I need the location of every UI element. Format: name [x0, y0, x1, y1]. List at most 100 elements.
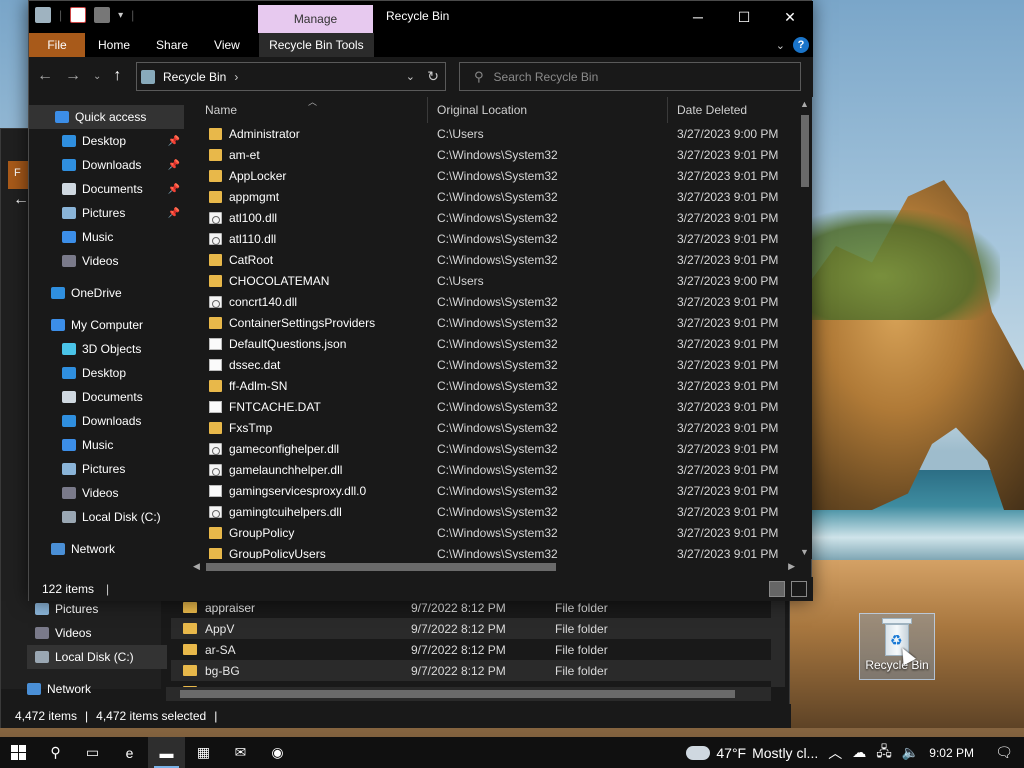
clock[interactable]: 9:02 PM	[929, 746, 974, 760]
up-arrow-icon[interactable]: ↑	[113, 67, 121, 85]
desktop-recycle-bin-shortcut[interactable]: ♻ Recycle Bin	[859, 613, 935, 680]
nav-item-documents[interactable]: Documents 📌	[29, 177, 184, 201]
scroll-up-icon[interactable]: ▲	[800, 99, 809, 109]
expand-ribbon-chevron-icon[interactable]: ⌄	[776, 39, 785, 52]
background-horizontal-scrollbar[interactable]	[166, 687, 771, 701]
nav-item-onedrive[interactable]: OneDrive	[29, 281, 184, 305]
weather-widget[interactable]: 47°F Mostly cl...	[682, 740, 818, 761]
new-folder-icon[interactable]	[94, 7, 111, 23]
nav-item-my-computer[interactable]: My Computer	[29, 313, 184, 337]
nav-item-pictures[interactable]: Pictures 📌	[29, 201, 184, 225]
background-file-row[interactable]: ar-SA 9/7/2022 8:12 PM File folder	[171, 639, 771, 660]
network-status-icon[interactable]: 🖧	[876, 741, 892, 765]
file-row[interactable]: DefaultQuestions.json C:\Windows\System32…	[196, 333, 798, 354]
file-row[interactable]: FxsTmp C:\Windows\System32 3/27/2023 9:01 …	[196, 417, 798, 438]
vertical-scroll-thumb[interactable]	[801, 115, 809, 187]
nav-item-network[interactable]: Network	[29, 537, 184, 561]
nav-item-videos[interactable]: Videos	[29, 249, 184, 273]
file-row[interactable]: Administrator C:\Users 3/27/2023 9:00 PM	[196, 123, 798, 144]
background-vertical-scrollbar[interactable]	[771, 597, 785, 687]
tab-recycle-bin-tools[interactable]: Recycle Bin Tools	[258, 33, 374, 57]
details-view-icon[interactable]	[769, 581, 785, 597]
search-input[interactable]	[493, 69, 774, 84]
column-header-date-deleted[interactable]: Date Deleted	[668, 97, 798, 123]
file-row[interactable]: concrt140.dll C:\Windows\System32 3/27/202…	[196, 291, 798, 312]
back-arrow-icon[interactable]: ←	[37, 67, 53, 85]
tab-file[interactable]: File	[29, 33, 85, 57]
scroll-down-icon[interactable]: ▼	[800, 547, 809, 557]
tab-share[interactable]: Share	[143, 33, 201, 57]
search-box[interactable]: ⚲	[459, 62, 801, 91]
nav-item-desktop[interactable]: Desktop 📌	[29, 129, 184, 153]
file-row[interactable]: CatRoot C:\Windows\System32 3/27/2023 9:01…	[196, 249, 798, 270]
file-row[interactable]: atl100.dll C:\Windows\System32 3/27/2023 9…	[196, 207, 798, 228]
tab-home[interactable]: Home	[85, 33, 143, 57]
file-row[interactable]: CHOCOLATEMAN C:\Users 3/27/2023 9:00 PM	[196, 270, 798, 291]
horizontal-scrollbar[interactable]: ◀ ▶	[190, 559, 798, 575]
file-row[interactable]: gamingservicesproxy.dll.0 C:\Windows\Syst…	[196, 480, 798, 501]
customize-toolbar-chevron-icon[interactable]: ▾	[118, 10, 123, 21]
file-row[interactable]: GroupPolicy C:\Windows\System32 3/27/2023 …	[196, 522, 798, 543]
nav-item-downloads[interactable]: Downloads 📌	[29, 153, 184, 177]
show-hidden-icons-chevron-icon[interactable]: ︿	[828, 743, 842, 763]
file-row[interactable]: gamelaunchhelper.dll C:\Windows\System32 3…	[196, 459, 798, 480]
large-icons-view-icon[interactable]	[791, 581, 807, 597]
nav-item-downloads[interactable]: Downloads	[29, 409, 184, 433]
task-view-icon[interactable]: ▭	[74, 737, 111, 768]
recent-locations-chevron-icon[interactable]: ⌄	[93, 71, 101, 82]
column-header-original-location[interactable]: Original Location	[428, 97, 668, 123]
file-row[interactable]: ff-Adlm-SN C:\Windows\System32 3/27/2023 9…	[196, 375, 798, 396]
search-icon[interactable]: ⚲	[37, 737, 74, 768]
breadcrumb-recycle-bin[interactable]: Recycle Bin	[163, 70, 226, 84]
nav-item-desktop[interactable]: Desktop	[29, 361, 184, 385]
nav-item-quick-access[interactable]: Quick access	[29, 105, 184, 129]
file-row[interactable]: gameconfighelper.dll C:\Windows\System32 3…	[196, 438, 798, 459]
forward-arrow-icon[interactable]: →	[65, 67, 81, 85]
title-bar[interactable]: | ▾ | Manage Recycle Bin ─ ☐ ✕	[29, 1, 813, 33]
scroll-right-icon[interactable]: ▶	[788, 561, 795, 572]
store-icon[interactable]: ▦	[185, 737, 222, 768]
background-nav-item-videos[interactable]: Videos	[27, 621, 167, 645]
file-row[interactable]: GroupPolicyUsers C:\Windows\System32 3/27/…	[196, 543, 798, 559]
file-row[interactable]: gamingtcuihelpers.dll C:\Windows\System32…	[196, 501, 798, 522]
close-button[interactable]: ✕	[767, 1, 813, 33]
background-file-row[interactable]: AppV 9/7/2022 8:12 PM File folder	[171, 618, 771, 639]
file-row[interactable]: ContainerSettingsProviders C:\Windows\Sys…	[196, 312, 798, 333]
recycle-bin-window[interactable]: | ▾ | Manage Recycle Bin ─ ☐ ✕ File Home…	[28, 0, 813, 601]
help-icon[interactable]: ?	[793, 37, 809, 53]
manage-contextual-tab[interactable]: Manage	[258, 5, 373, 33]
file-row[interactable]: atl110.dll C:\Windows\System32 3/27/2023 9…	[196, 228, 798, 249]
address-dropdown-icon[interactable]: ⌄	[406, 70, 415, 83]
background-file-row[interactable]: bg-BG 9/7/2022 8:12 PM File folder	[171, 660, 771, 681]
breadcrumb-chevron-icon[interactable]: ›	[234, 70, 238, 84]
file-explorer-icon[interactable]: ▬	[148, 737, 185, 768]
background-file-tab[interactable]: F	[8, 161, 30, 189]
maximize-button[interactable]: ☐	[721, 1, 767, 33]
nav-item-videos[interactable]: Videos	[29, 481, 184, 505]
file-row[interactable]: AppLocker C:\Windows\System32 3/27/2023 9:…	[196, 165, 798, 186]
refresh-icon[interactable]: ↻	[427, 68, 439, 85]
start-button[interactable]	[0, 737, 37, 768]
properties-icon[interactable]	[70, 7, 87, 23]
file-row[interactable]: dssec.dat C:\Windows\System32 3/27/2023 9:…	[196, 354, 798, 375]
chrome-icon[interactable]: ◉	[259, 737, 296, 768]
notification-center-icon[interactable]: 🗨	[984, 737, 1024, 768]
background-nav-item-network[interactable]: Network	[27, 677, 167, 701]
volume-icon[interactable]: 🔈	[902, 744, 919, 761]
scroll-left-icon[interactable]: ◀	[193, 561, 200, 572]
horizontal-scroll-thumb[interactable]	[206, 563, 556, 571]
nav-item-music[interactable]: Music	[29, 225, 184, 249]
onedrive-cloud-icon[interactable]: ☁	[852, 744, 866, 761]
nav-item-music[interactable]: Music	[29, 433, 184, 457]
file-row[interactable]: FNTCACHE.DAT C:\Windows\System32 3/27/2023…	[196, 396, 798, 417]
file-row[interactable]: am-et C:\Windows\System32 3/27/2023 9:01 P…	[196, 144, 798, 165]
minimize-button[interactable]: ─	[675, 1, 721, 33]
background-nav-item-local-disk-c[interactable]: Local Disk (C:)	[27, 645, 167, 669]
nav-item-documents[interactable]: Documents	[29, 385, 184, 409]
edge-icon[interactable]: e	[111, 737, 148, 768]
tab-view[interactable]: View	[201, 33, 253, 57]
nav-item-3d-objects[interactable]: 3D Objects	[29, 337, 184, 361]
vertical-scrollbar[interactable]: ▲ ▼	[798, 97, 812, 559]
file-row[interactable]: appmgmt C:\Windows\System32 3/27/2023 9:01…	[196, 186, 798, 207]
address-bar[interactable]: Recycle Bin › ⌄ ↻	[136, 62, 446, 91]
